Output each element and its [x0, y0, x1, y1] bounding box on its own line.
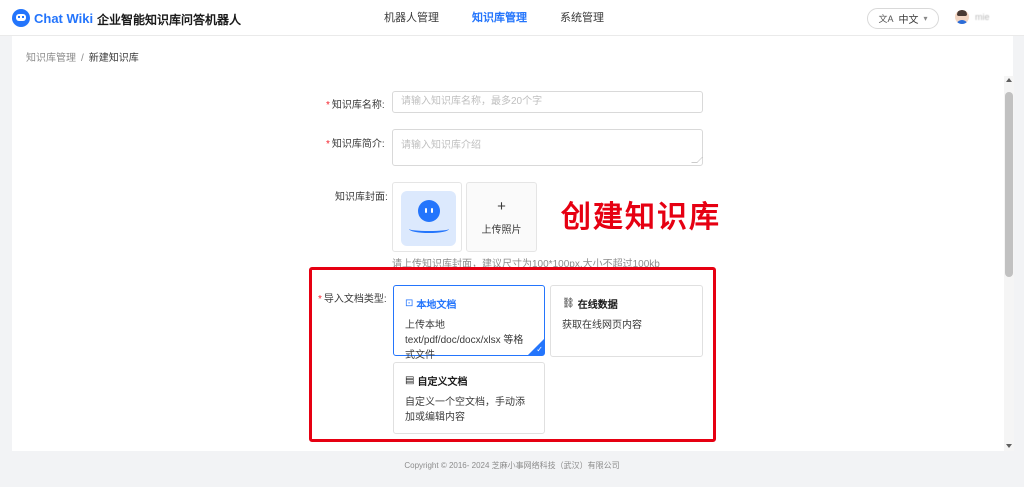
name-input[interactable]: 请输入知识库名称，最多20个字	[392, 91, 703, 113]
breadcrumb-parent[interactable]: 知识库管理	[26, 53, 76, 64]
top-header: Chat Wiki 企业智能知识库问答机器人 机器人管理 知识库管理 系统管理 …	[0, 0, 1024, 36]
intro-textarea-placeholder: 请输入知识库介绍	[401, 140, 481, 151]
scroll-down-arrow-icon[interactable]	[1006, 444, 1012, 448]
resize-handle-icon[interactable]	[691, 157, 703, 163]
name-label: * 知识库名称:	[326, 96, 385, 111]
chevron-down-icon: ▾	[923, 14, 928, 23]
logo[interactable]: Chat Wiki	[12, 9, 93, 27]
name-label-text: 知识库名称:	[331, 100, 385, 111]
user-menu[interactable]: mie	[955, 10, 990, 24]
cover-label: 知识库封面:	[335, 188, 388, 203]
main-nav: 机器人管理 知识库管理 系统管理	[384, 0, 637, 36]
breadcrumb-current: 新建知识库	[88, 53, 139, 64]
username: mie	[975, 12, 990, 22]
scroll-up-arrow-icon[interactable]	[1006, 78, 1012, 82]
upload-cover-label: 上传照片	[481, 225, 522, 236]
logo-text: Chat Wiki	[34, 10, 94, 26]
cover-preview[interactable]	[392, 182, 462, 252]
breadcrumb-separator: /	[81, 53, 84, 64]
required-mark: *	[326, 139, 330, 150]
footer-copyright: Copyright © 2016- 2024 芝麻小事网络科技（武汉）有限公司	[404, 461, 620, 470]
chat-wiki-logo-icon	[12, 9, 30, 27]
nav-item-knowledge-base[interactable]: 知识库管理	[472, 0, 527, 36]
language-label: 中文	[898, 15, 919, 26]
cover-image	[401, 191, 456, 246]
intro-label: * 知识库简介:	[326, 135, 385, 150]
name-input-placeholder: 请输入知识库名称，最多20个字	[401, 96, 543, 107]
plus-icon: +	[497, 198, 506, 215]
scroll-thumb[interactable]	[1005, 92, 1013, 277]
annotation-text: 创建知识库	[561, 200, 721, 235]
upload-cover-button[interactable]: + 上传照片	[466, 182, 537, 252]
nav-item-system-management[interactable]: 系统管理	[560, 0, 604, 36]
breadcrumb: 知识库管理 / 新建知识库	[26, 49, 139, 64]
intro-label-text: 知识库简介:	[331, 139, 385, 150]
app-title: 企业智能知识库问答机器人	[97, 13, 242, 27]
required-mark: *	[326, 100, 330, 111]
page-scrollbar[interactable]	[1004, 76, 1014, 451]
robot-icon	[418, 200, 440, 222]
language-switcher[interactable]: 文A 中文 ▾	[867, 8, 939, 29]
wave-icon	[409, 225, 449, 233]
intro-textarea[interactable]: 请输入知识库介绍	[392, 129, 703, 166]
avatar	[955, 10, 969, 24]
translate-icon: 文A	[878, 14, 894, 24]
cover-label-text: 知识库封面:	[335, 192, 388, 203]
nav-item-robot-management[interactable]: 机器人管理	[384, 0, 439, 36]
highlight-box	[309, 267, 716, 442]
